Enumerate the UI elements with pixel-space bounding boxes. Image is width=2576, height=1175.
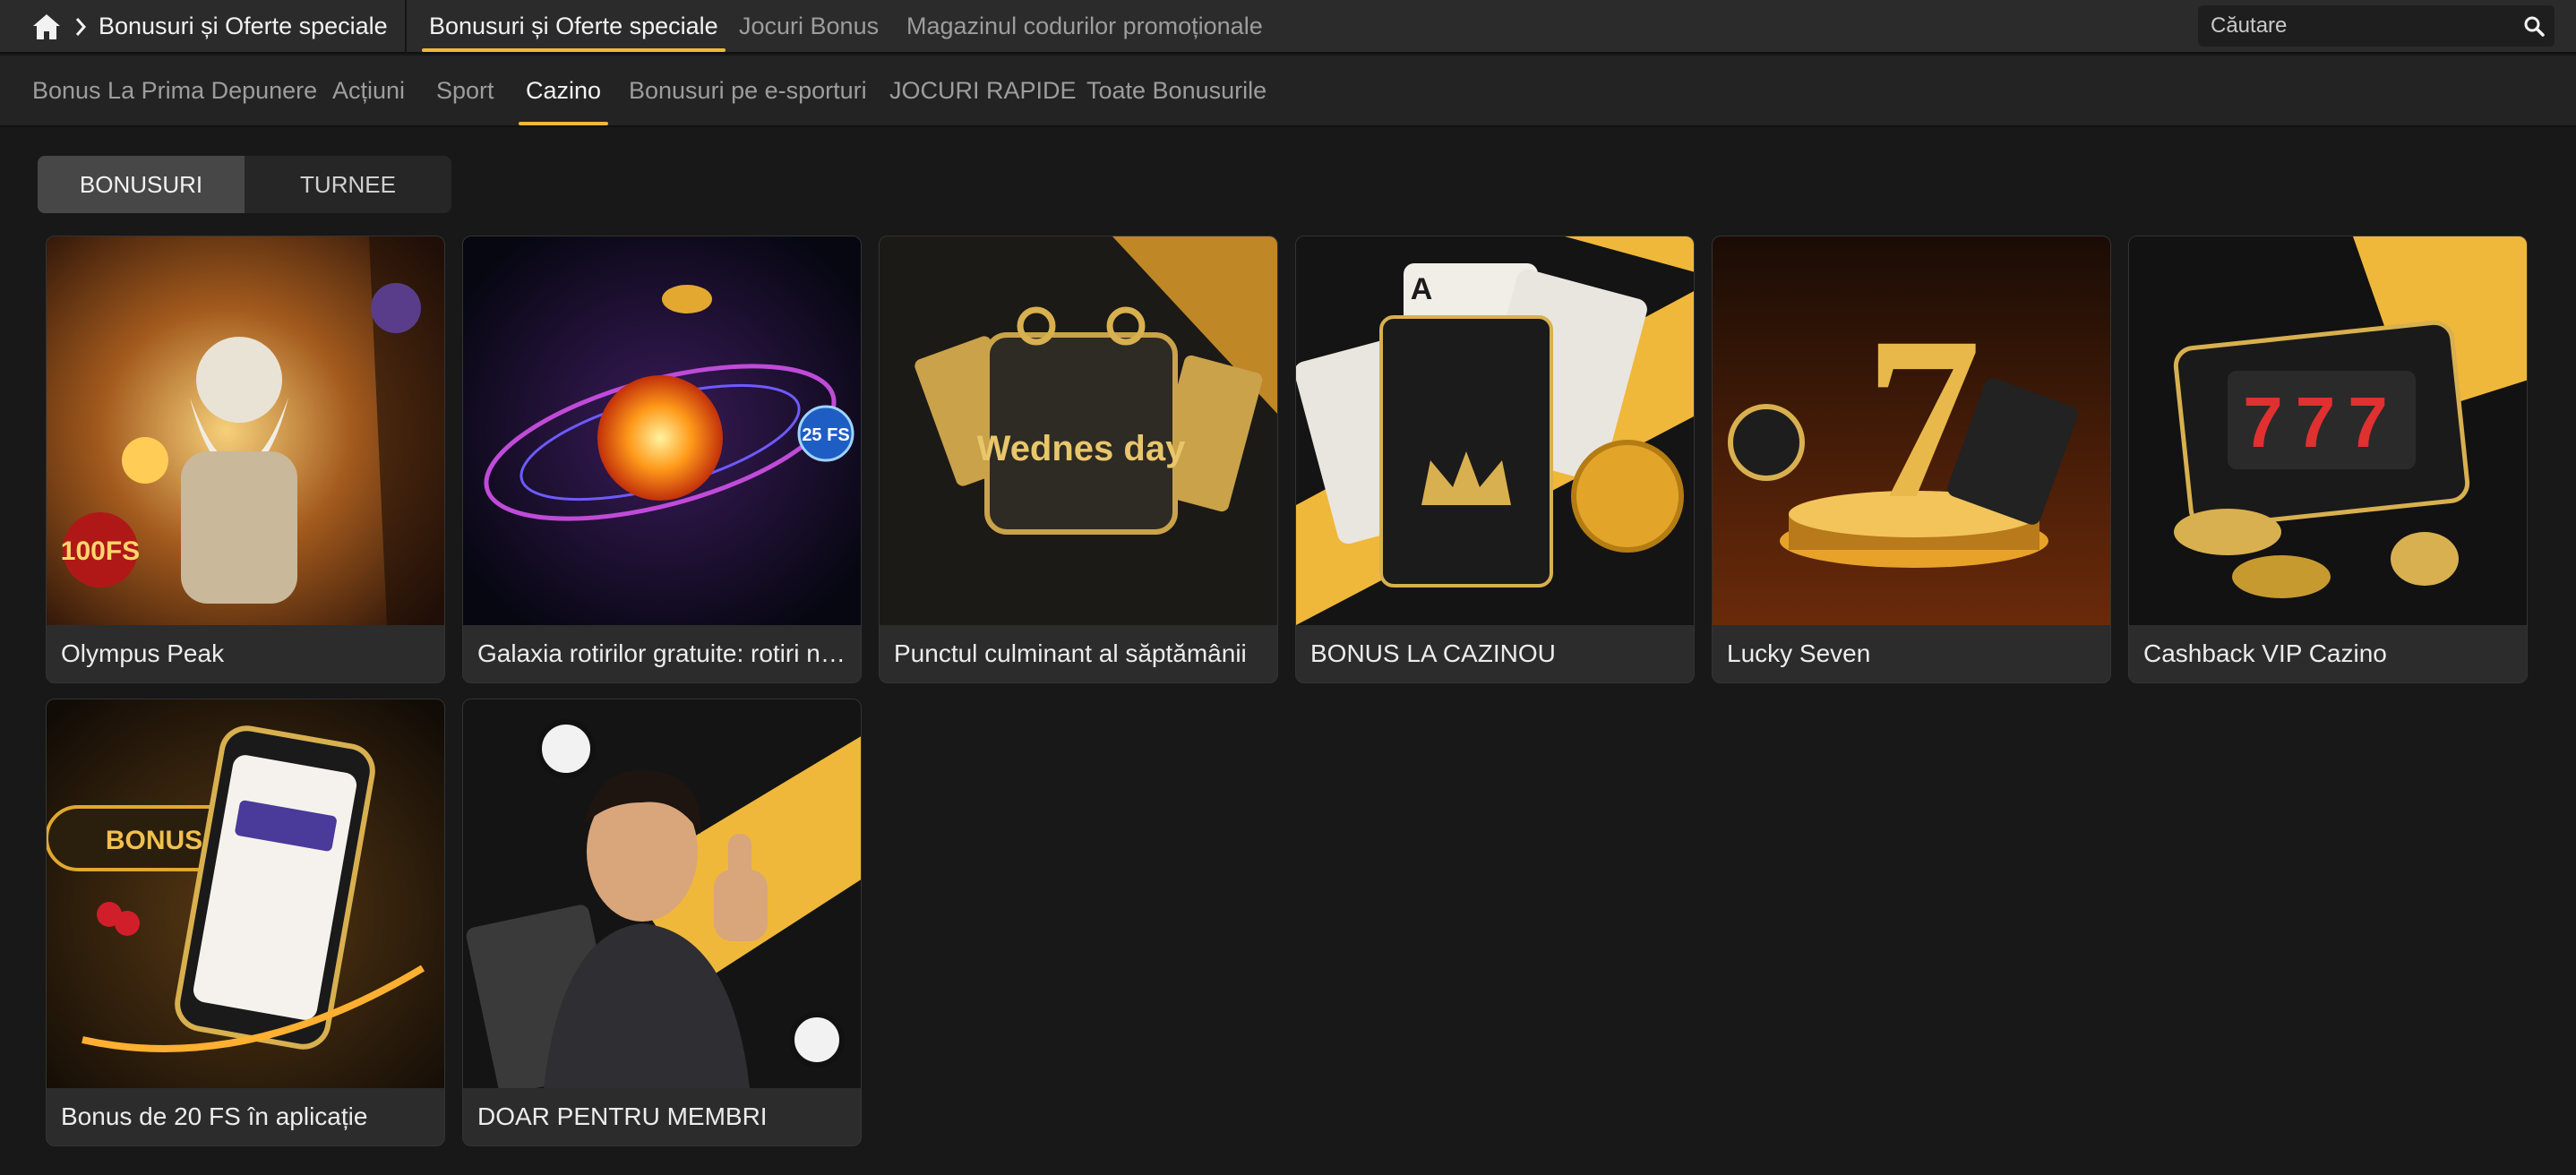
search-icon[interactable] bbox=[2520, 13, 2547, 39]
tab-bonusuri-oferte[interactable]: Bonusuri și Oferte speciale bbox=[422, 0, 726, 52]
tab-cazino[interactable]: Cazino bbox=[518, 56, 609, 125]
tab-bonus-prima-depunere[interactable]: Bonus La Prima Depunere bbox=[32, 56, 317, 125]
promo-title: DOAR PENTRU MEMBRI bbox=[477, 1102, 768, 1130]
chevron-right-icon bbox=[70, 14, 91, 39]
promo-card[interactable]: A BONUS LA CAZINOU bbox=[1295, 236, 1695, 683]
promo-card[interactable]: 7 Lucky Seven bbox=[1712, 236, 2111, 683]
tab-toate-bonusurile[interactable]: Toate Bonusurile bbox=[1086, 56, 1267, 125]
search-input[interactable] bbox=[2211, 5, 2497, 47]
promo-title: Cashback VIP Cazino bbox=[2143, 639, 2387, 667]
promo-image-olympus: 100FS bbox=[47, 236, 444, 625]
promo-card[interactable]: 100FS Olympus Peak bbox=[46, 236, 445, 683]
promo-card[interactable]: 777 Cashback VIP Cazino bbox=[2128, 236, 2528, 683]
promo-card[interactable]: BONUS Bonus de 20 FS în aplicație bbox=[46, 699, 445, 1146]
card-badge: A bbox=[1411, 272, 1433, 306]
divider bbox=[405, 0, 407, 54]
promo-card[interactable]: DOAR PENTRU MEMBRI bbox=[462, 699, 862, 1146]
search-box bbox=[2198, 5, 2555, 47]
category-nav: Bonus La Prima Depunere Acțiuni Sport Ca… bbox=[0, 56, 2576, 127]
tab-sport[interactable]: Sport bbox=[436, 56, 494, 125]
segment-turnee[interactable]: TURNEE bbox=[245, 156, 451, 213]
promo-image-cards: A bbox=[1296, 236, 1694, 625]
breadcrumb-current[interactable]: Bonusuri și Oferte speciale bbox=[99, 0, 388, 52]
promo-image-seven: 7 bbox=[1713, 236, 2110, 625]
card-badge: BONUS bbox=[106, 826, 202, 855]
promo-title: Lucky Seven bbox=[1727, 639, 1871, 667]
segment-bonusuri[interactable]: BONUSURI bbox=[38, 156, 245, 213]
tab-bonusuri-esporturi[interactable]: Bonusuri pe e-sporturi bbox=[629, 56, 867, 125]
promo-image-app: BONUS bbox=[47, 699, 444, 1088]
card-badge: 777 bbox=[2243, 382, 2400, 462]
tab-jocuri-bonus[interactable]: Jocuri Bonus bbox=[739, 0, 879, 52]
promo-card[interactable]: 25 FS Galaxia rotirilor gratuite: rotiri… bbox=[462, 236, 862, 683]
promo-image-member bbox=[463, 699, 861, 1088]
top-bar: Bonusuri și Oferte speciale Bonusuri și … bbox=[0, 0, 2576, 54]
card-badge: 100FS bbox=[61, 536, 140, 566]
home-icon[interactable] bbox=[29, 9, 64, 45]
card-badge: Wednes day bbox=[977, 429, 1186, 468]
promo-card[interactable]: Wednes day Punctul culminant al săptămân… bbox=[879, 236, 1278, 683]
bonus-tournament-toggle: BONUSURI TURNEE bbox=[38, 156, 451, 213]
promo-title: Punctul culminant al săptămânii bbox=[894, 639, 1247, 667]
tab-actiuni[interactable]: Acțiuni bbox=[332, 56, 405, 125]
promo-title: BONUS LA CAZINOU bbox=[1310, 639, 1556, 667]
promo-image-wednesday: Wednes day bbox=[880, 236, 1277, 625]
tab-jocuri-rapide[interactable]: JOCURI RAPIDE bbox=[889, 56, 1077, 125]
promo-title: Galaxia rotirilor gratuite: rotiri nelim… bbox=[477, 639, 862, 667]
promo-title: Olympus Peak bbox=[61, 639, 225, 667]
card-badge: 7 bbox=[1865, 289, 1981, 547]
promo-title: Bonus de 20 FS în aplicație bbox=[61, 1102, 368, 1130]
card-badge: 25 FS bbox=[802, 425, 849, 445]
promo-image-slot: 777 bbox=[2129, 236, 2527, 625]
promo-image-galaxy: 25 FS bbox=[463, 236, 861, 625]
tab-magazin-coduri[interactable]: Magazinul codurilor promoționale bbox=[906, 0, 1263, 52]
